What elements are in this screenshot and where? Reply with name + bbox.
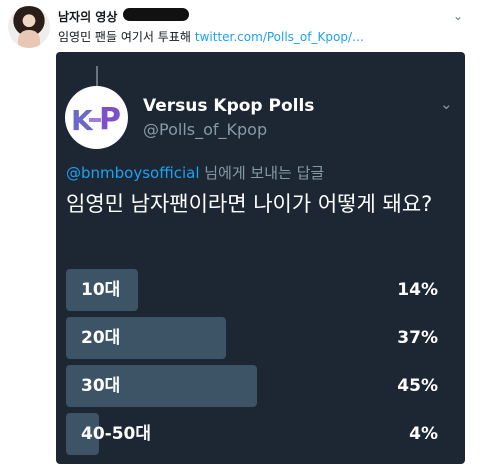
author-name[interactable]: 남자의 영상 [58,8,117,25]
poll-option-label: 20대 [81,328,121,348]
poll-account-avatar[interactable]: K P [65,86,128,149]
thread-line [96,66,98,86]
tweet-link[interactable]: twitter.com/Polls_of_Kpop/… [195,30,364,44]
poll-option-label: 40-50대 [81,424,152,444]
poll-option-percent: 45% [397,376,438,396]
chevron-down-icon[interactable]: ⌄ [440,95,453,113]
redacted-handle [123,8,189,21]
reply-suffix: 님에게 보내는 답글 [204,164,325,182]
chevron-down-icon[interactable]: ⌄ [451,9,465,23]
poll-option-percent: 14% [397,280,438,300]
tweet-text: 임영민 팬들 여기서 투표해 twitter.com/Polls_of_Kpop/… [58,28,364,45]
tweet-header: 남자의 영상 ⌄ 임영민 팬들 여기서 투표해 twitter.com/Polls… [0,0,480,50]
logo-p: P [99,102,121,137]
avatar-figure [18,30,40,48]
poll-account-name[interactable]: Versus Kpop Polls [143,96,314,116]
poll-question: 임영민 남자팬이라면 나이가 어떻게 돼요? [66,192,433,216]
reply-to-line: @bnmboysofficial 님에게 보내는 답글 [66,162,324,183]
poll-option-percent: 37% [397,328,438,348]
poll-option-label: 30대 [81,376,121,396]
reply-mention[interactable]: @bnmboysofficial [66,164,199,182]
tweet-body: 임영민 팬들 여기서 투표해 [58,30,191,44]
poll-option-label: 10대 [81,280,121,300]
poll-account-handle[interactable]: @Polls_of_Kpop [143,120,267,139]
poll-option-percent: 4% [409,424,438,444]
author-avatar[interactable] [8,6,50,48]
